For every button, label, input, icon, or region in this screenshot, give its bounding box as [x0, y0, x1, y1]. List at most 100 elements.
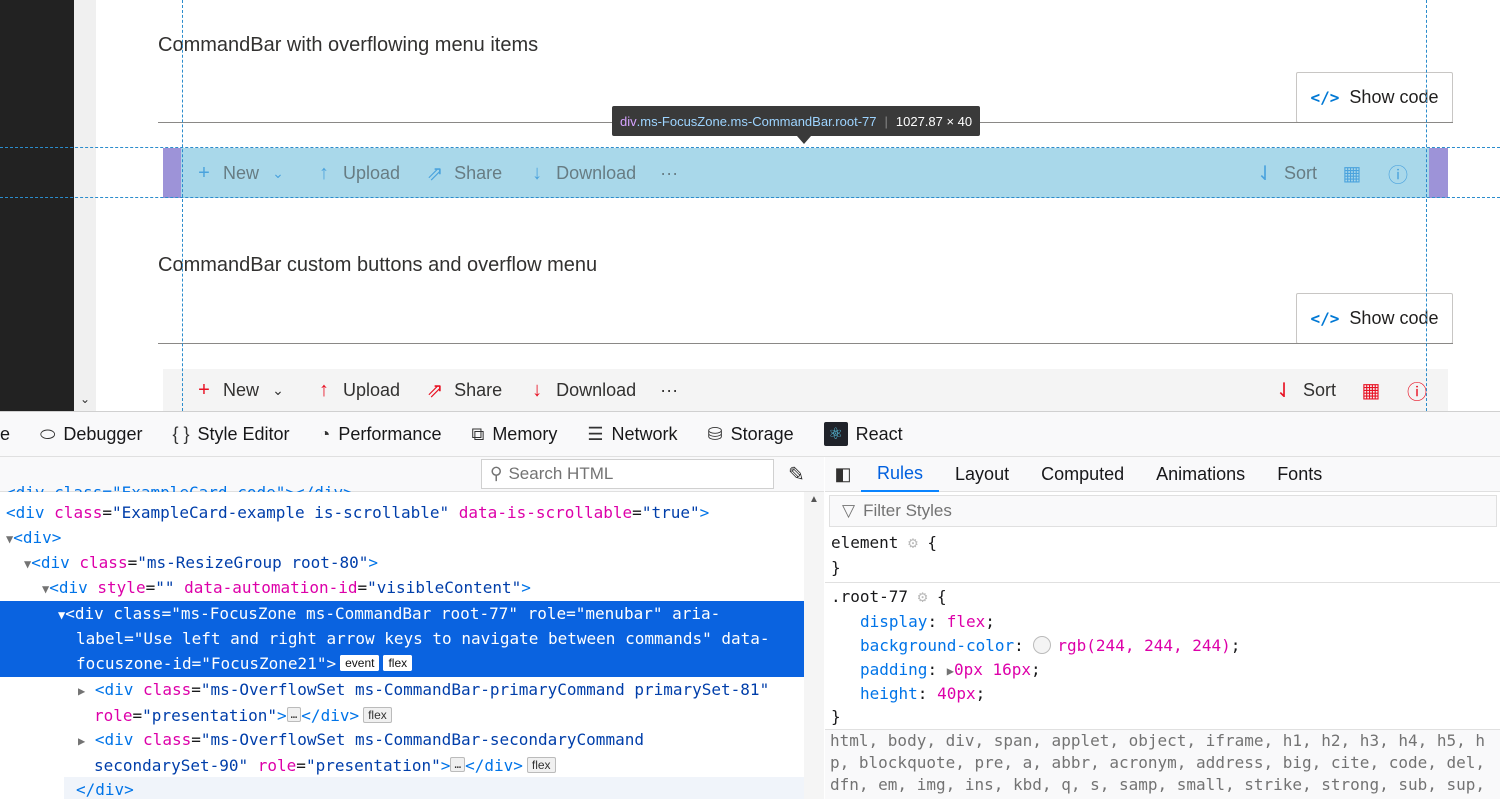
- share-button[interactable]: ⇗ Share: [424, 161, 502, 186]
- tree-line[interactable]: ▶ <div class="ms-OverflowSet ms-CommandB…: [78, 677, 769, 704]
- ellipsis-icon[interactable]: …: [286, 707, 302, 722]
- section-title-1: CommandBar with overflowing menu items: [158, 34, 539, 56]
- sidebar-dark: [0, 0, 74, 411]
- share-button[interactable]: ⇗ Share: [424, 378, 502, 403]
- divider: [158, 343, 1453, 344]
- tree-line[interactable]: <div class="ExampleCard-example is-scrol…: [6, 500, 709, 525]
- gear-icon[interactable]: ⚙: [908, 533, 918, 552]
- upload-button[interactable]: ↑ Upload: [313, 379, 400, 402]
- new-button[interactable]: + New ⌄: [193, 379, 289, 402]
- tab-storage[interactable]: ⛁ Storage: [692, 411, 808, 457]
- new-button[interactable]: + New ⌄: [193, 162, 289, 185]
- info-button[interactable]: ⓘ: [1406, 376, 1428, 405]
- network-icon: ☰: [587, 423, 604, 444]
- collapse-icon[interactable]: ▶: [78, 684, 85, 698]
- tree-line[interactable]: ▶ <div class="ms-OverflowSet ms-CommandB…: [78, 727, 644, 754]
- declaration[interactable]: display: flex;: [860, 610, 995, 634]
- scroll-up-icon[interactable]: ▲: [804, 494, 824, 505]
- storage-icon: ⛁: [707, 423, 723, 444]
- selected-node-line: ▼<div class="ms-FocusZone ms-CommandBar …: [58, 604, 721, 623]
- rule-root-77: .root-77 ⚙ {: [831, 587, 947, 606]
- tab-memory[interactable]: ⧉ Memory: [456, 411, 572, 457]
- markup-scrollbar[interactable]: ▲: [804, 492, 824, 799]
- toggle-sidebar-icon[interactable]: ◧: [825, 464, 861, 485]
- tab-rules[interactable]: Rules: [861, 457, 940, 492]
- sort-icon: ⇃: [1275, 379, 1293, 402]
- tree-line[interactable]: </div>: [76, 777, 134, 799]
- guide-line: [0, 147, 1500, 148]
- view-button[interactable]: ▦: [1341, 161, 1363, 186]
- gear-icon[interactable]: ⚙: [918, 587, 928, 606]
- style-editor-icon: { }: [172, 423, 190, 444]
- rule-close: }: [831, 558, 841, 577]
- tree-line[interactable]: role="presentation">… </div> flex: [94, 702, 392, 728]
- declaration[interactable]: background-color: rgb(244, 244, 244);: [860, 634, 1240, 658]
- separator: |: [884, 113, 888, 129]
- more-button[interactable]: ···: [660, 380, 678, 401]
- upload-button[interactable]: ↑ Upload: [313, 162, 400, 185]
- declaration[interactable]: height: 40px;: [860, 682, 985, 706]
- selected-node-line: focuszone-id="FocusZone21"> event flex: [76, 651, 413, 676]
- debugger-icon: ⬭: [40, 423, 56, 444]
- search-icon: ⚲: [490, 464, 503, 483]
- share-icon: ⇗: [426, 162, 444, 185]
- tab-style-editor[interactable]: { } Style Editor: [157, 411, 304, 457]
- download-button[interactable]: ↓ Download: [526, 379, 636, 402]
- show-code-button-2[interactable]: </> Show code: [1296, 293, 1453, 344]
- tab-react[interactable]: ⚛ React: [809, 411, 918, 457]
- ellipsis-icon[interactable]: …: [450, 757, 466, 772]
- filter-styles-input[interactable]: ▽ Filter Styles: [829, 495, 1497, 527]
- sidebar-tabs: ◧ Rules Layout Computed Animations Fonts: [825, 457, 1500, 492]
- sort-icon: ⇃: [1256, 162, 1274, 185]
- tab-fonts[interactable]: Fonts: [1261, 457, 1338, 492]
- react-icon: ⚛: [823, 422, 848, 446]
- rule-element: element ⚙ {: [831, 533, 937, 552]
- upload-icon: ↑: [319, 161, 330, 184]
- tree-line[interactable]: ▼<div style="" data-automation-id="visib…: [42, 575, 531, 602]
- page-scrollbar[interactable]: [74, 0, 96, 411]
- tab-console[interactable]: e: [0, 411, 25, 457]
- info-button[interactable]: ⓘ: [1387, 159, 1409, 188]
- tab-performance[interactable]: ◔ Performance: [305, 411, 457, 457]
- sort-button[interactable]: ⇃ Sort: [1254, 161, 1317, 186]
- plus-icon: +: [198, 161, 210, 184]
- more-button[interactable]: ···: [660, 163, 678, 184]
- tab-debugger[interactable]: ⬭ Debugger: [25, 411, 157, 457]
- info-icon: ⓘ: [1407, 381, 1427, 404]
- color-swatch[interactable]: [1033, 636, 1052, 654]
- filter-icon: ▽: [842, 501, 856, 520]
- declaration[interactable]: padding: ▶0px 16px;: [860, 658, 1041, 683]
- tooltip-arrow-icon: [797, 136, 811, 144]
- download-icon: ↓: [532, 161, 543, 184]
- search-html-input[interactable]: ⚲ Search HTML: [481, 459, 774, 489]
- memory-icon: ⧉: [471, 423, 485, 444]
- scroll-down-icon[interactable]: ⌄: [78, 392, 92, 406]
- download-icon: ↓: [532, 378, 543, 401]
- divider: [825, 582, 1500, 583]
- info-icon: ⓘ: [1388, 164, 1408, 187]
- flex-badge[interactable]: flex: [383, 655, 413, 671]
- sort-button[interactable]: ⇃ Sort: [1273, 378, 1336, 403]
- tree-line[interactable]: secondarySet-90" role="presentation">… </…: [94, 752, 556, 778]
- tree-line[interactable]: ▼<div class="ms-ResizeGroup root-80">: [24, 550, 378, 577]
- expand-icon[interactable]: ▶: [947, 664, 954, 678]
- tiles-icon: ▦: [1361, 379, 1381, 402]
- view-button[interactable]: ▦: [1360, 378, 1382, 403]
- event-badge[interactable]: event: [340, 655, 380, 671]
- tab-network[interactable]: ☰ Network: [572, 411, 692, 457]
- eyedropper-icon[interactable]: ✎: [788, 462, 805, 487]
- tiles-icon: ▦: [1342, 162, 1362, 185]
- collapse-icon[interactable]: ▶: [78, 734, 85, 748]
- section-title-2: CommandBar custom buttons and overflow m…: [158, 254, 598, 276]
- tab-layout[interactable]: Layout: [939, 457, 1025, 492]
- tab-animations[interactable]: Animations: [1140, 457, 1261, 492]
- performance-icon: ◔: [319, 423, 331, 444]
- show-code-button-1[interactable]: </> Show code: [1296, 72, 1453, 123]
- code-icon: </>: [1310, 309, 1340, 328]
- download-button[interactable]: ↓ Download: [526, 162, 636, 185]
- tree-line[interactable]: ▼<div>: [6, 525, 61, 552]
- devtools-toolbar: e ⬭ Debugger { } Style Editor ◔ Performance…: [0, 411, 1500, 457]
- tab-computed[interactable]: Computed: [1025, 457, 1140, 492]
- tree-line[interactable]: <div class="ExampleCard-code"></div>: [6, 480, 353, 492]
- plus-icon: +: [198, 378, 210, 401]
